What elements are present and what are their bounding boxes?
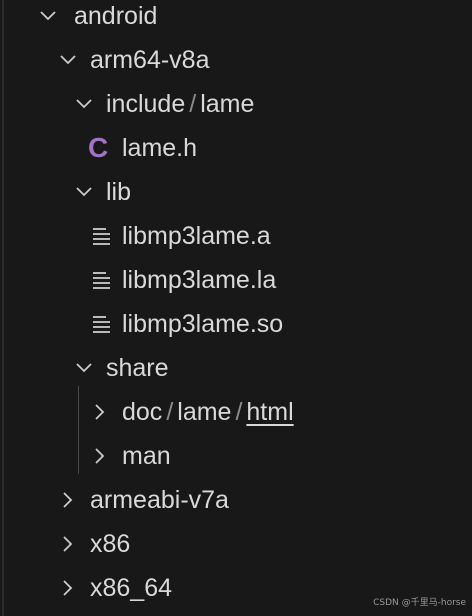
chevron-right-icon bbox=[58, 578, 78, 598]
watermark-text: CSDN @千里马-horse bbox=[373, 598, 466, 608]
path-separator: / bbox=[166, 398, 174, 426]
tree-item-label: android bbox=[74, 2, 158, 30]
tree-item-android[interactable]: android bbox=[0, 0, 472, 44]
path-separator: / bbox=[235, 398, 243, 426]
tree-item-label: armeabi-v7a bbox=[90, 486, 229, 514]
tree-item-x86[interactable]: x86 bbox=[0, 528, 472, 572]
chevron-right-icon bbox=[58, 534, 78, 554]
tree-item-libmp3lame-la[interactable]: libmp3lame.la bbox=[0, 264, 472, 308]
tree-item-x86-64[interactable]: x86_64 bbox=[0, 572, 472, 616]
path-segment-lame[interactable]: lame bbox=[200, 90, 254, 118]
tree-item-label: libmp3lame.la bbox=[122, 266, 277, 294]
tree-item-label: libmp3lame.a bbox=[122, 222, 271, 250]
text-file-icon bbox=[91, 225, 113, 247]
chevron-down-icon bbox=[38, 6, 58, 26]
tree-item-doc-lame-html[interactable]: doc / lame / html bbox=[0, 396, 472, 440]
text-file-icon bbox=[91, 269, 113, 291]
tree-item-share[interactable]: share bbox=[0, 352, 472, 396]
compact-folder-label: doc / lame / html bbox=[122, 396, 294, 440]
text-file-icon bbox=[91, 313, 113, 335]
file-explorer-tree: android arm64-v8a include / lame C lame.h … bbox=[0, 0, 472, 616]
path-segment-doc[interactable]: doc bbox=[122, 398, 162, 426]
path-segment-lame[interactable]: lame bbox=[177, 398, 231, 426]
chevron-right-icon bbox=[90, 446, 110, 466]
chevron-down-icon bbox=[74, 358, 94, 378]
path-segment-html[interactable]: html bbox=[246, 398, 293, 426]
tree-item-label: lame.h bbox=[122, 134, 198, 162]
tree-item-lame-h[interactable]: C lame.h bbox=[0, 132, 472, 176]
path-segment-include[interactable]: include bbox=[106, 90, 185, 118]
chevron-right-icon bbox=[90, 402, 110, 422]
tree-item-man[interactable]: man bbox=[0, 440, 472, 484]
tree-item-label: share bbox=[106, 354, 169, 382]
chevron-down-icon bbox=[58, 50, 78, 70]
tree-item-armeabi-v7a[interactable]: armeabi-v7a bbox=[0, 484, 472, 528]
tree-item-libmp3lame-so[interactable]: libmp3lame.so bbox=[0, 308, 472, 352]
path-separator: / bbox=[189, 90, 197, 118]
chevron-down-icon bbox=[74, 182, 94, 202]
tree-item-label: man bbox=[122, 442, 171, 470]
tree-item-label: lib bbox=[106, 178, 132, 206]
tree-item-libmp3lame-a[interactable]: libmp3lame.a bbox=[0, 220, 472, 264]
tree-item-include-lame[interactable]: include / lame bbox=[0, 88, 472, 132]
tree-item-arm64-v8a[interactable]: arm64-v8a bbox=[0, 44, 472, 88]
tree-item-lib[interactable]: lib bbox=[0, 176, 472, 220]
tree-item-label: arm64-v8a bbox=[90, 46, 210, 74]
compact-folder-label: include / lame bbox=[106, 88, 254, 132]
tree-item-label: libmp3lame.so bbox=[122, 310, 284, 338]
c-file-icon: C bbox=[88, 132, 109, 163]
chevron-right-icon bbox=[58, 490, 78, 510]
tree-item-label: x86 bbox=[90, 530, 131, 558]
chevron-down-icon bbox=[74, 94, 94, 114]
tree-item-label: x86_64 bbox=[90, 574, 173, 602]
